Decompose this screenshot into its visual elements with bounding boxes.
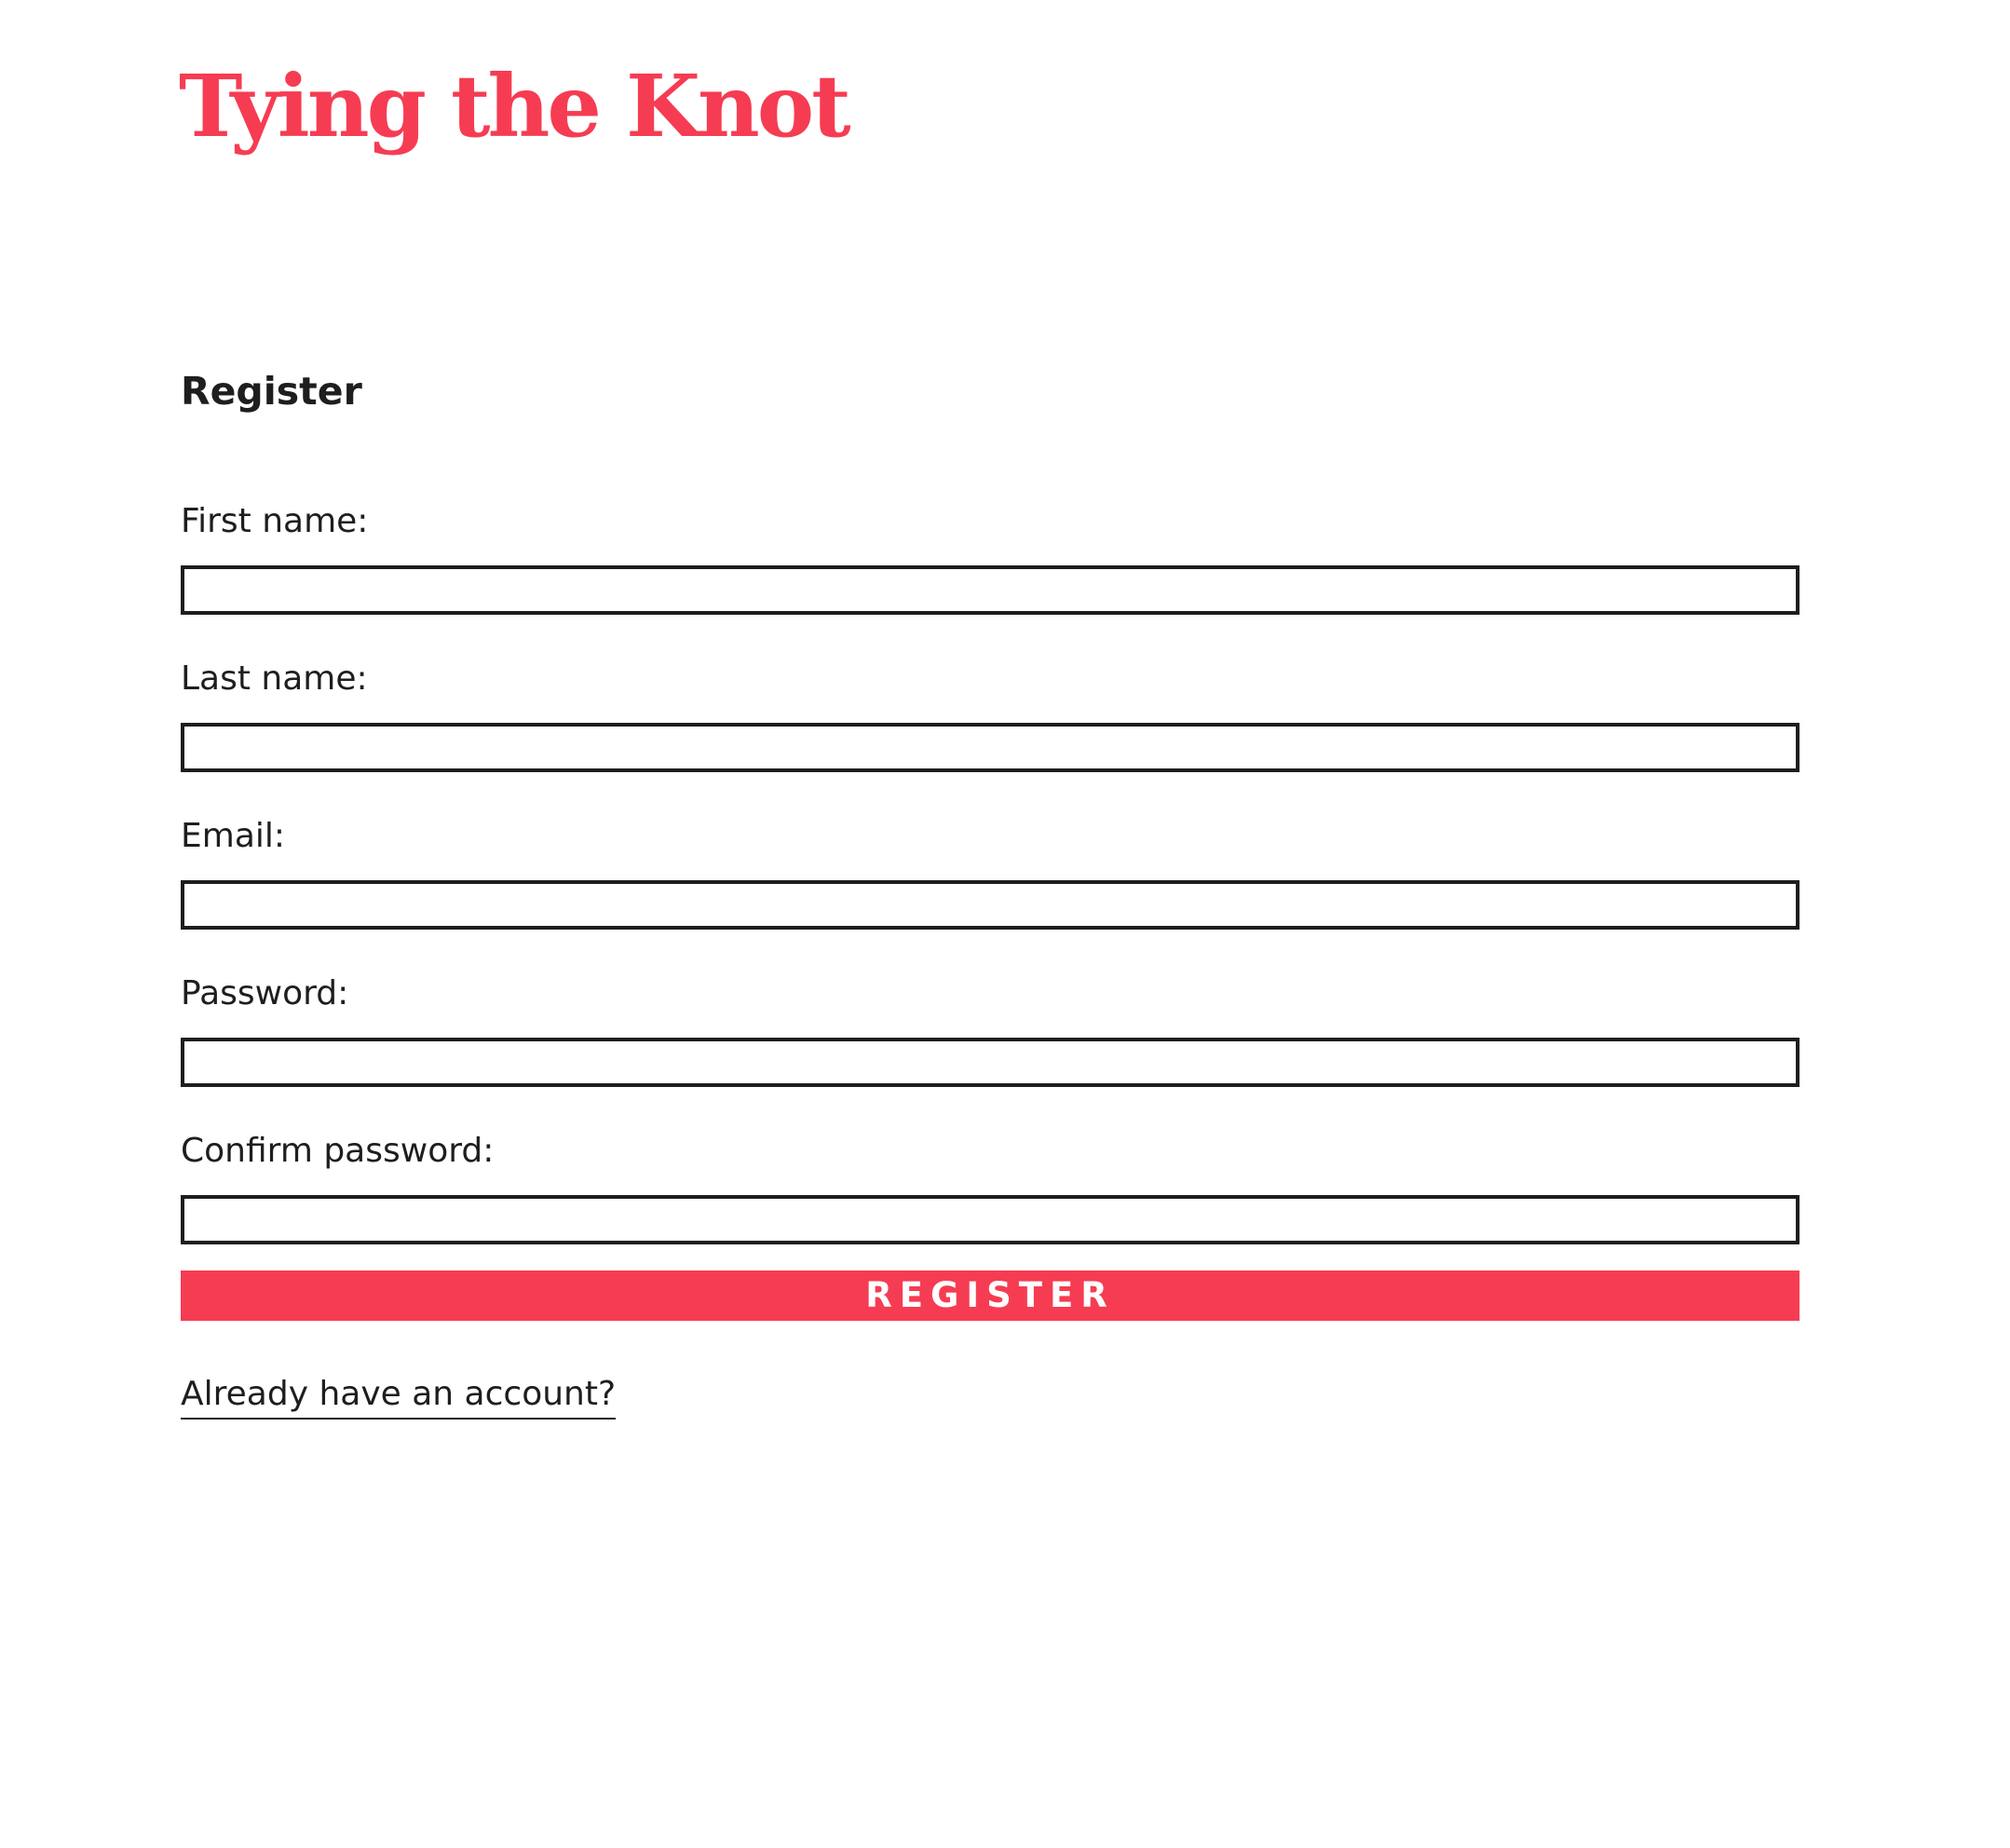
register-button[interactable]: Register <box>181 1270 1799 1321</box>
last-name-label: Last name: <box>181 659 368 698</box>
password-label: Password: <box>181 974 349 1012</box>
confirm-password-label: Confirm password: <box>181 1132 495 1170</box>
login-link[interactable]: Already have an account? <box>181 1371 617 1420</box>
confirm-password-input[interactable] <box>181 1195 1799 1244</box>
first-name-label: First name: <box>181 502 369 540</box>
last-name-input[interactable] <box>181 723 1799 772</box>
password-input[interactable] <box>181 1038 1799 1087</box>
site-title[interactable]: Tying the Knot <box>179 50 851 162</box>
form-heading: Register <box>181 369 362 414</box>
first-name-input[interactable] <box>181 565 1799 615</box>
email-input[interactable] <box>181 880 1799 930</box>
email-label: Email: <box>181 817 286 855</box>
